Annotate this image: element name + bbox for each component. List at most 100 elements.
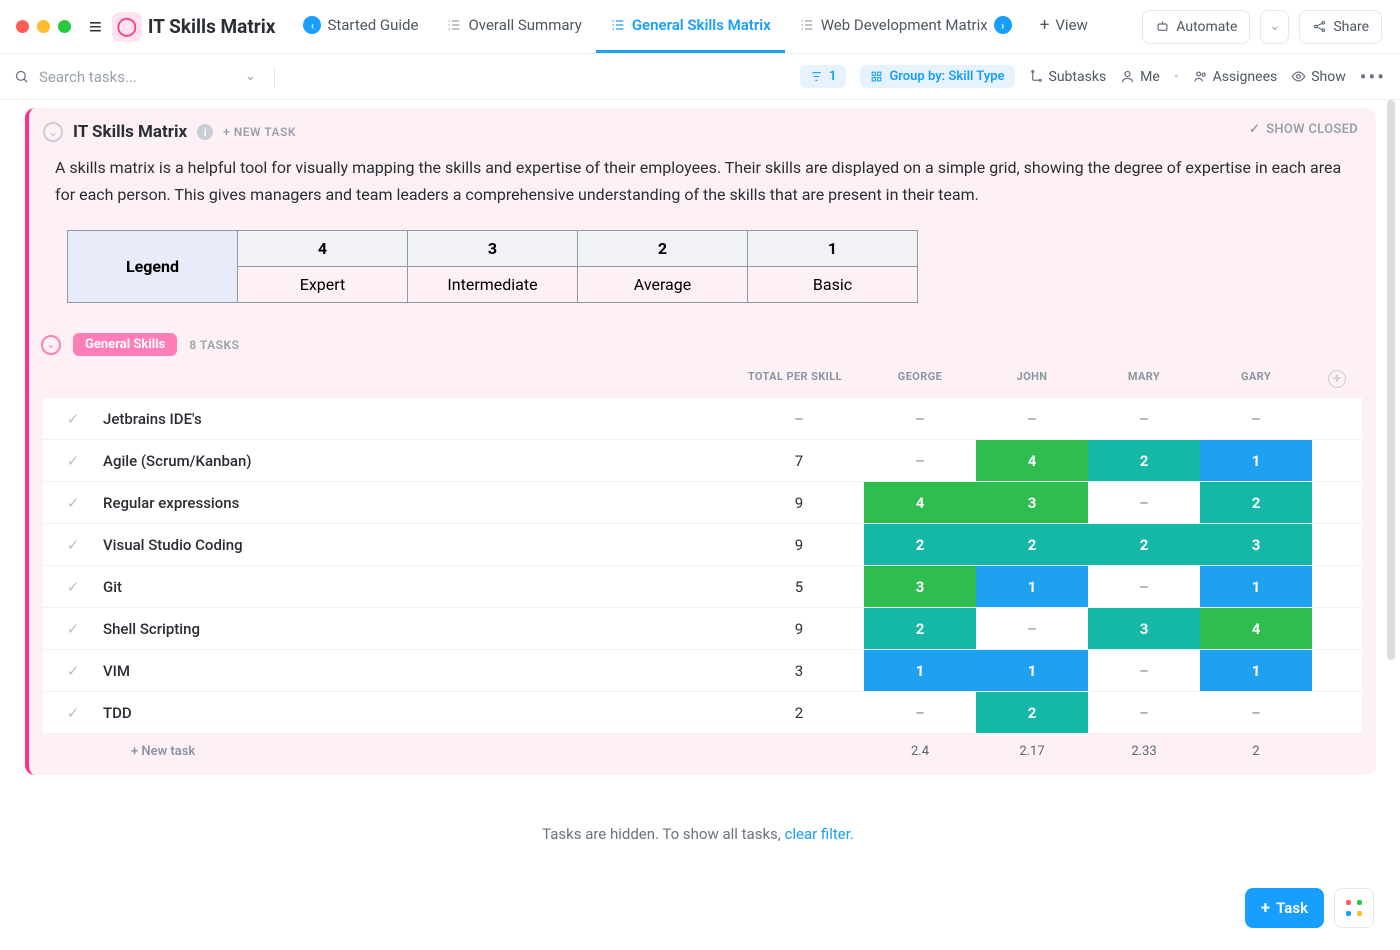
skill-cell[interactable]: – <box>1088 398 1200 440</box>
task-name[interactable]: Agile (Scrum/Kanban) <box>103 440 734 482</box>
task-name[interactable]: TDD <box>103 692 734 734</box>
skill-cell[interactable]: 2 <box>864 524 976 566</box>
skill-cell[interactable]: 4 <box>864 482 976 524</box>
total-cell[interactable]: 7 <box>734 440 864 482</box>
search-box[interactable]: ⌄ <box>14 66 800 88</box>
skill-cell[interactable]: 1 <box>1200 440 1312 482</box>
skill-cell[interactable]: – <box>1200 692 1312 734</box>
task-status-check[interactable]: ✓ <box>43 398 103 440</box>
info-icon[interactable]: i <box>197 124 213 140</box>
show-closed-toggle[interactable]: ✓ SHOW CLOSED <box>1249 122 1358 137</box>
tab-web-development-matrix[interactable]: Web Development Matrix › <box>785 0 1026 53</box>
task-name[interactable]: Regular expressions <box>103 482 734 524</box>
add-view-button[interactable]: + View <box>1026 0 1102 53</box>
tab-overall-summary[interactable]: Overall Summary <box>432 0 595 53</box>
task-name[interactable]: Git <box>103 566 734 608</box>
skill-cell[interactable]: – <box>976 398 1088 440</box>
group-collapse-toggle[interactable]: ⌄ <box>41 335 61 355</box>
clear-filter-link[interactable]: clear filter <box>784 825 849 843</box>
tab-general-skills-matrix[interactable]: General Skills Matrix <box>596 0 785 53</box>
close-window-icon[interactable] <box>16 20 29 33</box>
task-status-check[interactable]: ✓ <box>43 566 103 608</box>
search-input[interactable] <box>37 67 237 87</box>
task-status-check[interactable]: ✓ <box>43 440 103 482</box>
skill-cell[interactable]: 4 <box>976 440 1088 482</box>
apps-button[interactable] <box>1334 888 1374 928</box>
skill-cell[interactable]: 1 <box>976 566 1088 608</box>
total-cell[interactable]: 3 <box>734 650 864 692</box>
assignees-toggle[interactable]: Assignees <box>1193 69 1278 85</box>
skill-cell[interactable]: 1 <box>976 650 1088 692</box>
skill-cell[interactable]: – <box>1200 398 1312 440</box>
hamburger-icon[interactable]: ≡ <box>79 14 112 40</box>
task-name[interactable]: VIM <box>103 650 734 692</box>
skill-cell[interactable]: 3 <box>864 566 976 608</box>
more-menu[interactable]: ••• <box>1360 65 1386 89</box>
minimize-window-icon[interactable] <box>37 20 50 33</box>
skill-cell[interactable]: 2 <box>864 608 976 650</box>
task-name[interactable]: Visual Studio Coding <box>103 524 734 566</box>
task-status-check[interactable]: ✓ <box>43 482 103 524</box>
new-task-header-button[interactable]: + NEW TASK <box>223 125 296 139</box>
col-person[interactable]: JOHN <box>976 356 1088 398</box>
chevron-right-icon[interactable]: › <box>994 16 1012 34</box>
new-task-fab[interactable]: + Task <box>1245 888 1324 928</box>
subtasks-toggle[interactable]: Subtasks <box>1029 69 1107 85</box>
skill-cell[interactable]: 1 <box>1200 566 1312 608</box>
total-cell[interactable]: – <box>734 398 864 440</box>
skill-cell[interactable]: – <box>864 440 976 482</box>
show-toggle[interactable]: Show <box>1291 69 1346 85</box>
zoom-window-icon[interactable] <box>58 20 71 33</box>
skill-cell[interactable]: – <box>1088 692 1200 734</box>
total-cell[interactable]: 9 <box>734 482 864 524</box>
skill-cell[interactable]: – <box>1088 566 1200 608</box>
doc-title[interactable]: IT Skills Matrix <box>148 15 276 38</box>
total-cell[interactable]: 5 <box>734 566 864 608</box>
total-cell[interactable]: 9 <box>734 608 864 650</box>
skill-cell[interactable]: 4 <box>1200 608 1312 650</box>
skill-cell[interactable]: 1 <box>1200 650 1312 692</box>
group-by-pill[interactable]: Group by: Skill Type <box>860 65 1014 88</box>
chevron-down-icon[interactable]: ⌄ <box>245 69 256 84</box>
skill-cell[interactable]: – <box>976 608 1088 650</box>
card-title[interactable]: IT Skills Matrix <box>73 122 187 142</box>
total-cell[interactable]: 2 <box>734 692 864 734</box>
col-person[interactable]: GEORGE <box>864 356 976 398</box>
col-person[interactable]: GARY <box>1200 356 1312 398</box>
col-total[interactable]: TOTAL PER SKILL <box>734 356 864 398</box>
skill-cell[interactable]: 2 <box>1200 482 1312 524</box>
share-button[interactable]: Share <box>1299 10 1382 44</box>
app-icon[interactable]: ◯ <box>112 12 142 42</box>
add-column-button[interactable]: + <box>1312 356 1362 398</box>
task-status-check[interactable]: ✓ <box>43 608 103 650</box>
scrollbar[interactable] <box>1385 100 1397 946</box>
skill-cell[interactable]: – <box>864 692 976 734</box>
skill-cell[interactable]: 1 <box>864 650 976 692</box>
tab-started-guide[interactable]: ‹ Started Guide <box>289 0 432 53</box>
chevron-left-icon[interactable]: ‹ <box>303 16 321 34</box>
card-description[interactable]: A skills matrix is a helpful tool for vi… <box>55 154 1350 208</box>
skill-cell[interactable]: 3 <box>1088 608 1200 650</box>
col-person[interactable]: MARY <box>1088 356 1200 398</box>
task-name[interactable]: Jetbrains IDE's <box>103 398 734 440</box>
skill-cell[interactable]: 2 <box>1088 440 1200 482</box>
skill-cell[interactable]: 3 <box>976 482 1088 524</box>
skill-cell[interactable]: 2 <box>976 692 1088 734</box>
skill-cell[interactable]: – <box>1088 650 1200 692</box>
skill-cell[interactable]: 3 <box>1200 524 1312 566</box>
skill-cell[interactable]: – <box>864 398 976 440</box>
skill-cell[interactable]: 2 <box>976 524 1088 566</box>
skill-cell[interactable]: 2 <box>1088 524 1200 566</box>
task-status-check[interactable]: ✓ <box>43 650 103 692</box>
scrollbar-thumb[interactable] <box>1387 100 1395 660</box>
collapse-toggle[interactable]: ⌄ <box>43 122 63 142</box>
task-status-check[interactable]: ✓ <box>43 524 103 566</box>
total-cell[interactable]: 9 <box>734 524 864 566</box>
skill-cell[interactable]: – <box>1088 482 1200 524</box>
me-toggle[interactable]: Me <box>1120 69 1160 85</box>
group-name-chip[interactable]: General Skills <box>73 333 177 356</box>
task-status-check[interactable]: ✓ <box>43 692 103 734</box>
automate-dropdown[interactable]: ⌄ <box>1260 10 1289 44</box>
automate-button[interactable]: Automate <box>1142 10 1250 44</box>
task-name[interactable]: Shell Scripting <box>103 608 734 650</box>
